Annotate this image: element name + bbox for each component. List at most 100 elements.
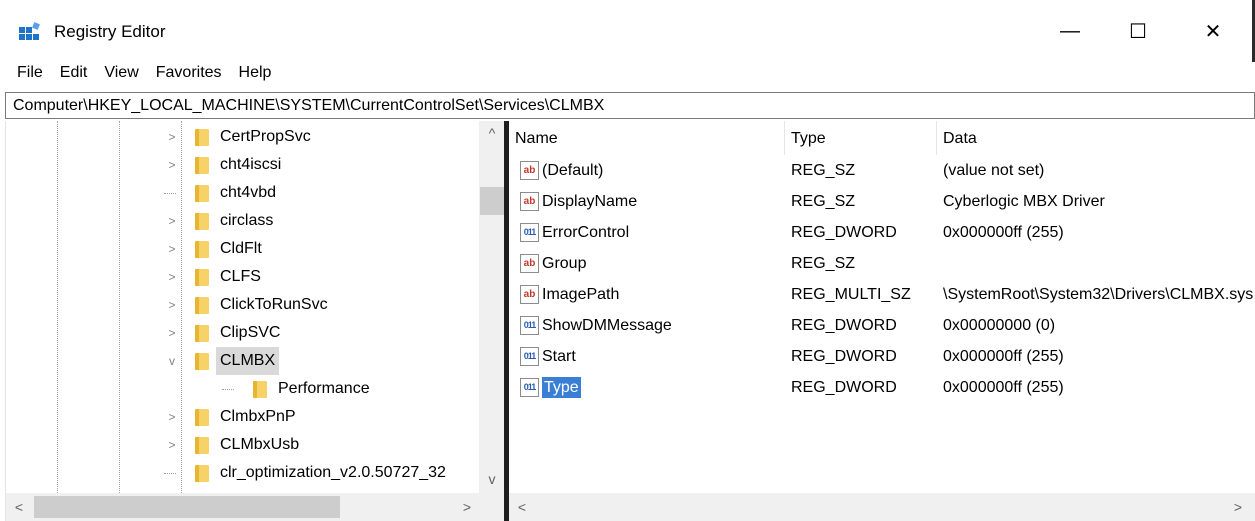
scroll-right-arrow-icon[interactable]: > <box>1225 493 1251 521</box>
tree-item-label: ClickToRunSvc <box>220 296 328 313</box>
expand-chevron-icon[interactable]: > <box>166 235 178 263</box>
folder-icon <box>195 129 209 146</box>
tree-item-label: circlass <box>220 212 274 229</box>
tree-item-label: cht4vbd <box>220 184 277 201</box>
value-name: DisplayName <box>542 193 638 210</box>
tree-vertical-scrollbar[interactable]: ^ v <box>479 121 504 493</box>
minimize-button[interactable]: — <box>1040 8 1100 54</box>
tree-item-label: CLFS <box>220 268 261 285</box>
value-name: ErrorControl <box>542 224 630 241</box>
menu-bar: File Edit View Favorites Help <box>0 62 1255 86</box>
binary-value-icon: 011 <box>520 347 539 366</box>
value-row[interactable]: ab ImagePath REG_MULTI_SZ \SystemRoot\Syste… <box>509 279 1255 310</box>
collapse-chevron-icon[interactable]: v <box>166 347 178 375</box>
menu-view[interactable]: View <box>104 62 155 86</box>
tree-horizontal-scrollbar[interactable]: < > <box>6 493 504 521</box>
column-header-type[interactable]: Type <box>785 121 937 155</box>
tree-item[interactable]: > CLFS <box>6 263 476 291</box>
tree-item-label: CLMBX <box>216 347 280 375</box>
title-bar: Registry Editor — ☐ ✕ <box>0 0 1255 62</box>
string-value-icon: ab <box>520 192 539 211</box>
value-data: 0x000000ff (255) <box>943 224 1064 241</box>
tree-item[interactable]: v CLMBX <box>6 347 476 375</box>
folder-icon <box>195 353 209 370</box>
value-name: Type <box>542 377 581 398</box>
value-name: (Default) <box>542 162 604 179</box>
tree-item-label: Performance <box>278 380 370 397</box>
expand-chevron-icon[interactable]: > <box>166 123 178 151</box>
scroll-thumb[interactable] <box>34 496 340 518</box>
value-type: REG_DWORD <box>791 379 897 396</box>
folder-icon <box>253 381 267 398</box>
tree-item[interactable]: Performance <box>6 375 476 403</box>
key-tree: > CertPropSvc > cht4iscsi cht4vbd > circlass > C… <box>5 121 504 521</box>
value-data: Cyberlogic MBX Driver <box>943 193 1105 210</box>
expand-chevron-icon[interactable]: > <box>166 291 178 319</box>
value-row[interactable]: ab (Default) REG_SZ (value not set) <box>509 155 1255 186</box>
value-name: Group <box>542 255 587 272</box>
menu-favorites[interactable]: Favorites <box>156 62 239 86</box>
tree-item[interactable]: > CldFlt <box>6 235 476 263</box>
registry-editor-icon <box>19 22 40 40</box>
scroll-thumb[interactable] <box>480 187 504 215</box>
folder-icon <box>195 465 209 482</box>
binary-value-icon: 011 <box>520 378 539 397</box>
value-row[interactable]: 011 ErrorControl REG_DWORD 0x000000ff (255) <box>509 217 1255 248</box>
folder-icon <box>195 213 209 230</box>
expand-chevron-icon[interactable]: > <box>166 263 178 291</box>
tree-item[interactable]: > ClickToRunSvc <box>6 291 476 319</box>
value-name: ImagePath <box>542 286 620 303</box>
folder-icon <box>195 325 209 342</box>
tree-connector-line <box>164 193 176 194</box>
tree-item[interactable]: cht4vbd <box>6 179 476 207</box>
value-type: REG_DWORD <box>791 224 897 241</box>
menu-edit[interactable]: Edit <box>60 62 105 86</box>
values-horizontal-scrollbar[interactable]: < > <box>509 493 1255 521</box>
menu-file[interactable]: File <box>17 62 60 86</box>
value-name: ShowDMMessage <box>542 317 672 334</box>
column-header-name[interactable]: Name <box>509 121 785 155</box>
expand-chevron-icon[interactable]: > <box>166 431 178 459</box>
value-row[interactable]: ab DisplayName REG_SZ Cyberlogic MBX Driver <box>509 186 1255 217</box>
expand-chevron-icon[interactable]: > <box>166 207 178 235</box>
expand-chevron-icon[interactable]: > <box>166 319 178 347</box>
value-type: REG_SZ <box>791 193 856 210</box>
string-value-icon: ab <box>520 161 539 180</box>
scroll-up-arrow-icon[interactable]: ^ <box>479 121 504 145</box>
folder-icon <box>195 437 209 454</box>
scroll-left-arrow-icon[interactable]: < <box>509 493 535 521</box>
tree-item-label: CldFlt <box>220 240 262 257</box>
tree-item-label: ClipSVC <box>220 324 281 341</box>
expand-chevron-icon[interactable]: > <box>166 151 178 179</box>
tree-item[interactable]: clr_optimization_v2.0.50727_32 <box>6 459 476 487</box>
folder-icon <box>195 157 209 174</box>
tree-item[interactable]: > circlass <box>6 207 476 235</box>
value-data: (value not set) <box>943 162 1045 179</box>
tree-item[interactable]: > ClmbxPnP <box>6 403 476 431</box>
value-row[interactable]: ab Group REG_SZ <box>509 248 1255 279</box>
tree-item[interactable]: > ClipSVC <box>6 319 476 347</box>
menu-help[interactable]: Help <box>239 62 289 86</box>
folder-icon <box>195 241 209 258</box>
binary-value-icon: 011 <box>520 316 539 335</box>
tree-item[interactable]: > cht4iscsi <box>6 151 476 179</box>
scroll-left-arrow-icon[interactable]: < <box>6 493 32 521</box>
value-row[interactable]: 011 Start REG_DWORD 0x000000ff (255) <box>509 341 1255 372</box>
value-row[interactable]: 011 ShowDMMessage REG_DWORD 0x00000000 (0) <box>509 310 1255 341</box>
binary-value-icon: 011 <box>520 223 539 242</box>
value-type: REG_SZ <box>791 162 856 179</box>
tree-item-label: CertPropSvc <box>220 128 311 145</box>
scroll-down-arrow-icon[interactable]: v <box>479 467 504 491</box>
value-type: REG_DWORD <box>791 348 897 365</box>
column-header-data[interactable]: Data <box>937 121 1255 155</box>
maximize-button[interactable]: ☐ <box>1108 8 1168 54</box>
scroll-right-arrow-icon[interactable]: > <box>454 493 480 521</box>
folder-icon <box>195 409 209 426</box>
string-value-icon: ab <box>520 254 539 273</box>
address-bar[interactable]: Computer\HKEY_LOCAL_MACHINE\SYSTEM\Curre… <box>5 92 1255 119</box>
close-button[interactable]: ✕ <box>1183 8 1243 54</box>
tree-item[interactable]: > CertPropSvc <box>6 123 476 151</box>
value-row[interactable]: 011 Type REG_DWORD 0x000000ff (255) <box>509 372 1255 403</box>
expand-chevron-icon[interactable]: > <box>166 403 178 431</box>
tree-item[interactable]: > CLMbxUsb <box>6 431 476 459</box>
